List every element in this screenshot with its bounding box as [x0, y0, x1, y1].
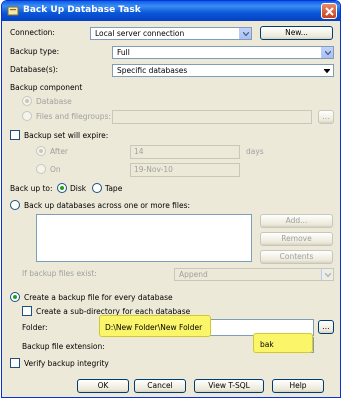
if-exists-label: If backup files exist: — [22, 269, 97, 278]
database-radio[interactable] — [22, 96, 32, 106]
view-tsql-button[interactable]: View T-SQL — [194, 379, 264, 393]
on-date-picker[interactable]: 19-Nov-10 — [130, 163, 240, 177]
connection-label: Connection: — [10, 28, 55, 37]
help-button[interactable]: Help — [272, 379, 324, 393]
chevron-down-icon — [324, 69, 330, 73]
if-exists-dropdown-button[interactable] — [321, 269, 333, 280]
backup-type-value: Full — [117, 48, 130, 57]
after-radio[interactable] — [36, 146, 46, 156]
after-days-stepper[interactable]: 14 — [130, 145, 240, 159]
ok-button[interactable]: OK — [77, 379, 129, 393]
window-app-icon — [7, 6, 19, 16]
remove-file-button[interactable]: Remove — [260, 232, 333, 246]
folder-value: D:\New Folder\New Folder — [105, 323, 203, 332]
contents-button[interactable]: Contents — [260, 250, 333, 264]
per-database-label: Create a backup file for every database — [24, 293, 173, 302]
files-filegroups-radio[interactable] — [22, 111, 32, 121]
extension-value: bak — [260, 340, 274, 349]
if-exists-select[interactable]: Append — [174, 268, 334, 281]
cancel-button[interactable]: Cancel — [134, 379, 186, 393]
expire-checkbox[interactable] — [10, 130, 20, 140]
on-label: On — [50, 165, 61, 174]
files-browse-button[interactable]: ... — [318, 110, 334, 124]
extension-label: Backup file extension: — [22, 342, 105, 351]
disk-label: Disk — [70, 184, 87, 193]
window-title: Back Up Database Task — [23, 5, 141, 15]
close-icon — [325, 7, 334, 16]
verify-checkbox[interactable] — [10, 358, 20, 368]
days-label: days — [246, 147, 264, 156]
disk-radio[interactable] — [57, 183, 67, 193]
databases-dropdown-button[interactable] — [321, 65, 333, 76]
across-files-radio[interactable] — [10, 200, 20, 210]
files-filegroups-field[interactable] — [112, 110, 312, 124]
connection-select[interactable]: Local server connection — [90, 27, 252, 40]
expire-checkbox-label: Backup set will expire: — [24, 131, 109, 140]
databases-label: Database(s): — [10, 65, 59, 74]
close-button[interactable] — [321, 3, 337, 19]
if-exists-value: Append — [179, 270, 208, 279]
after-days-value: 14 — [134, 147, 144, 156]
subdirectory-checkbox[interactable] — [22, 306, 32, 316]
databases-value: Specific databases — [117, 66, 188, 75]
backup-database-dialog: Back Up Database Task Connection: Local … — [1, 0, 341, 398]
tape-label: Tape — [105, 184, 123, 193]
after-label: After — [50, 147, 69, 156]
databases-select[interactable]: Specific databases — [112, 64, 334, 77]
folder-label: Folder: — [22, 323, 48, 332]
files-filegroups-label: Files and filegroups: — [36, 112, 111, 121]
database-radio-label: Database — [36, 97, 72, 106]
backup-files-list[interactable] — [36, 214, 252, 262]
backup-type-label: Backup type: — [10, 47, 60, 56]
new-connection-button[interactable]: New... — [260, 26, 333, 40]
backup-to-label: Back up to: — [10, 184, 53, 193]
backup-component-label: Backup component — [10, 83, 83, 92]
on-radio[interactable] — [36, 164, 46, 174]
verify-label: Verify backup integrity — [24, 359, 109, 368]
tape-radio[interactable] — [92, 183, 102, 193]
folder-browse-button[interactable]: ... — [318, 320, 334, 334]
connection-value: Local server connection — [95, 29, 185, 38]
title-bar[interactable]: Back Up Database Task — [2, 1, 340, 21]
chevron-down-icon — [243, 32, 249, 36]
on-date-value: 19-Nov-10 — [134, 165, 173, 174]
connection-dropdown-button[interactable] — [239, 28, 251, 39]
across-files-label: Back up databases across one or more fil… — [24, 201, 191, 210]
add-file-button[interactable]: Add... — [260, 214, 333, 228]
chevron-down-icon — [325, 273, 331, 277]
per-database-radio[interactable] — [10, 292, 20, 302]
backup-type-select[interactable]: Full — [112, 46, 334, 59]
backup-type-dropdown-button[interactable] — [321, 47, 333, 58]
chevron-down-icon — [325, 51, 331, 55]
